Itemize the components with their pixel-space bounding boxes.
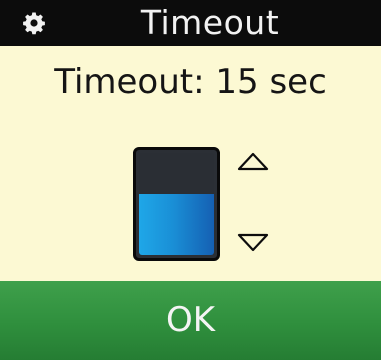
timeout-value-label: Timeout: 15 sec [54, 62, 327, 102]
up-arrow-icon[interactable] [236, 150, 270, 172]
page-title: Timeout [140, 3, 280, 42]
title-bar: Timeout [0, 0, 381, 46]
gear-icon [23, 12, 45, 35]
level-bar-track [139, 153, 214, 255]
timeout-level-bar[interactable] [133, 147, 220, 261]
down-arrow-icon[interactable] [236, 232, 270, 254]
timeout-screen: Timeout Timeout: 15 sec OK [0, 0, 381, 360]
level-bar-fill [139, 193, 214, 255]
ok-button[interactable]: OK [0, 281, 381, 360]
